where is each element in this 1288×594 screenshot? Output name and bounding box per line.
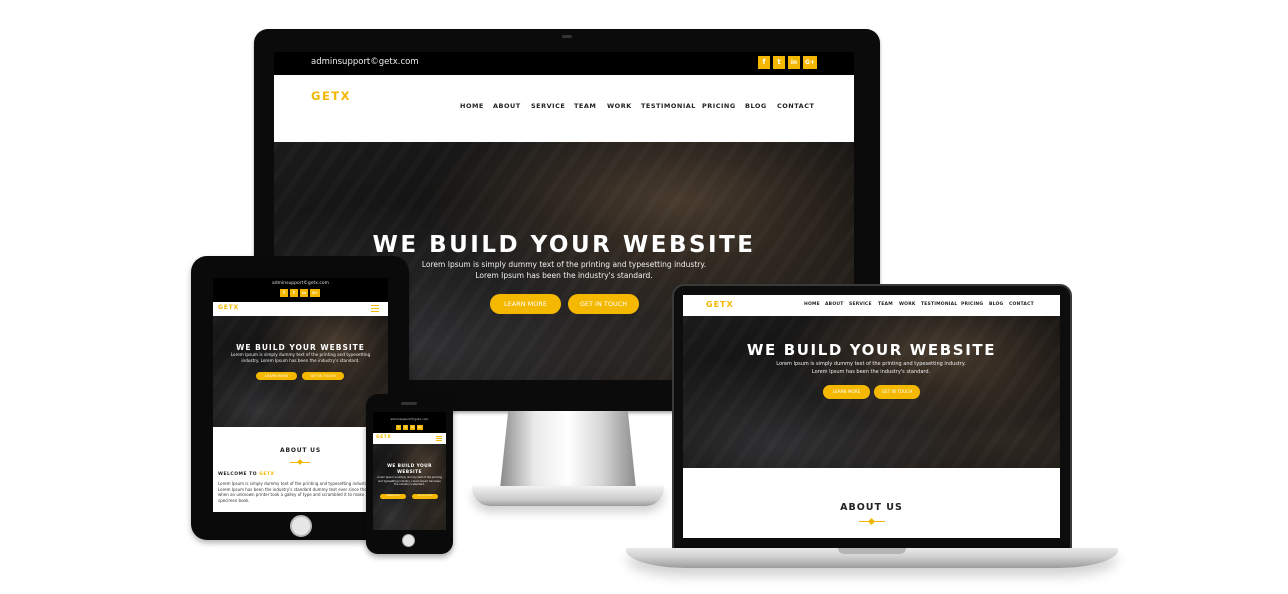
tablet-home-button[interactable] [290, 515, 312, 537]
phone-twitter-icon[interactable]: t [403, 425, 408, 430]
tablet-twitter-icon[interactable]: t [290, 289, 298, 297]
laptop-nav-work[interactable]: WORK [899, 302, 916, 307]
phone-learn-more-button[interactable]: LEARN MORE [380, 494, 406, 499]
hero-subtitle: Lorem Ipsum is simply dummy text of the … [421, 260, 707, 280]
phone-hamburger-menu-icon[interactable] [436, 436, 442, 441]
tablet-header: GETX [213, 302, 388, 316]
tablet-welcome-heading: WELCOME TO GETX [218, 472, 274, 477]
laptop-nav-contact[interactable]: CONTACT [1009, 302, 1034, 307]
top-bar: adminsupport©getx.com f t in G+ [274, 52, 854, 75]
phone-facebook-icon[interactable]: f [396, 425, 401, 430]
laptop-about-title: ABOUT US [840, 502, 903, 513]
phone-hero: WE BUILD YOUR WEBSITE Lorem Ipsum is sim… [373, 444, 446, 530]
phone-email[interactable]: adminsupport©getx.com [373, 417, 446, 421]
nav-team[interactable]: TEAM [574, 102, 596, 110]
welcome-brand: GETX [259, 472, 275, 477]
monitor-base [472, 486, 664, 506]
twitter-icon[interactable]: t [773, 56, 785, 69]
get-in-touch-button[interactable]: GET IN TOUCH [568, 294, 639, 314]
contact-email[interactable]: adminsupport©getx.com [311, 57, 419, 67]
laptop-about-section: ABOUT US [683, 468, 1060, 538]
tablet-email[interactable]: adminsupport©getx.com [213, 281, 388, 286]
laptop-nav-service[interactable]: SERVICE [849, 302, 872, 307]
nav-contact[interactable]: CONTACT [777, 102, 814, 110]
site-header: GETX HOME ABOUT SERVICE TEAM WORK TESTIM… [274, 75, 854, 142]
laptop-get-in-touch-button[interactable]: GET IN TOUCH [874, 385, 920, 399]
laptop-hero-title: WE BUILD YOUR WEBSITE [746, 341, 997, 359]
phone-top-bar: adminsupport©getx.com f t in G+ [373, 412, 446, 433]
laptop-learn-more-button[interactable]: LEARN MORE [823, 385, 870, 399]
laptop-nav-testimonial[interactable]: TESTIMONIAL [921, 302, 957, 307]
phone-home-button[interactable] [402, 534, 415, 547]
phone-hero-subtitle: Lorem Ipsum is simply dummy text of the … [376, 476, 443, 487]
laptop-nav-home[interactable]: HOME [804, 302, 820, 307]
laptop-hero: WE BUILD YOUR WEBSITE Lorem Ipsum is sim… [683, 316, 1060, 468]
welcome-prefix: WELCOME TO [218, 472, 258, 477]
nav-testimonial[interactable]: TESTIMONIAL [641, 102, 696, 110]
tablet-about-title: ABOUT US [280, 447, 321, 454]
learn-more-button[interactable]: LEARN MORE [490, 294, 561, 314]
hero-title: WE BUILD YOUR WEBSITE [372, 232, 756, 258]
tablet-google-plus-icon[interactable]: G+ [310, 289, 320, 297]
instagram-icon[interactable]: in [788, 56, 800, 69]
phone-screen: adminsupport©getx.com f t in G+ GETX WE … [373, 412, 446, 530]
logo[interactable]: GETX [311, 89, 351, 103]
tablet-diamond-icon [297, 459, 303, 465]
phone-logo[interactable]: GETX [376, 435, 391, 440]
hamburger-menu-icon[interactable] [371, 305, 379, 312]
monitor-camera [562, 35, 572, 38]
monitor-stand [500, 411, 636, 489]
tablet-learn-more-button[interactable]: LEARN MORE [256, 372, 297, 380]
laptop-nav-blog[interactable]: BLOG [989, 302, 1003, 307]
tablet-hero-subtitle: Lorem Ipsum is simply dummy text of the … [230, 352, 371, 363]
tablet-logo[interactable]: GETX [218, 304, 239, 311]
tablet-facebook-icon[interactable]: f [280, 289, 288, 297]
nav-service[interactable]: SERVICE [531, 102, 565, 110]
laptop-logo[interactable]: GETX [706, 300, 734, 309]
nav-work[interactable]: WORK [607, 102, 632, 110]
phone-instagram-icon[interactable]: in [410, 425, 415, 430]
nav-pricing[interactable]: PRICING [702, 102, 736, 110]
phone-hero-title: WE BUILD YOUR WEBSITE [387, 464, 432, 475]
phone-get-in-touch-button[interactable]: GET IN TOUCH [412, 494, 438, 499]
tablet-get-in-touch-button[interactable]: GET IN TOUCH [302, 372, 344, 380]
laptop-hero-subtitle: Lorem Ipsum is simply dummy text of the … [776, 361, 966, 375]
tablet-hero-title: WE BUILD YOUR WEBSITE [236, 343, 365, 352]
diamond-icon [867, 517, 876, 526]
tablet-hero: WE BUILD YOUR WEBSITE Lorem Ipsum is sim… [213, 316, 388, 427]
nav-home[interactable]: HOME [460, 102, 484, 110]
tablet-about-body: Lorem Ipsum is simply dummy text of the … [218, 481, 382, 503]
phone-google-plus-icon[interactable]: G+ [417, 425, 423, 430]
laptop-header: GETX HOME ABOUT SERVICE TEAM WORK TESTIM… [683, 295, 1060, 316]
tablet-top-bar: adminsupport©getx.com f t in G+ [213, 278, 388, 302]
laptop-notch [838, 548, 906, 554]
phone-speaker [401, 402, 417, 405]
laptop-nav-team[interactable]: TEAM [878, 302, 893, 307]
laptop-nav-pricing[interactable]: PRICING [961, 302, 983, 307]
nav-blog[interactable]: BLOG [745, 102, 767, 110]
tablet-screen: adminsupport©getx.com f t in G+ GETX WE … [213, 278, 388, 512]
laptop-nav-about[interactable]: ABOUT [825, 302, 843, 307]
tablet-instagram-icon[interactable]: in [300, 289, 308, 297]
nav-about[interactable]: ABOUT [493, 102, 521, 110]
google-plus-icon[interactable]: G+ [803, 56, 817, 69]
tablet-about-section: ABOUT US WELCOME TO GETX Lorem Ipsum is … [213, 427, 388, 512]
phone-header: GETX [373, 433, 446, 444]
laptop-screen: GETX HOME ABOUT SERVICE TEAM WORK TESTIM… [683, 295, 1060, 538]
facebook-icon[interactable]: f [758, 56, 770, 69]
